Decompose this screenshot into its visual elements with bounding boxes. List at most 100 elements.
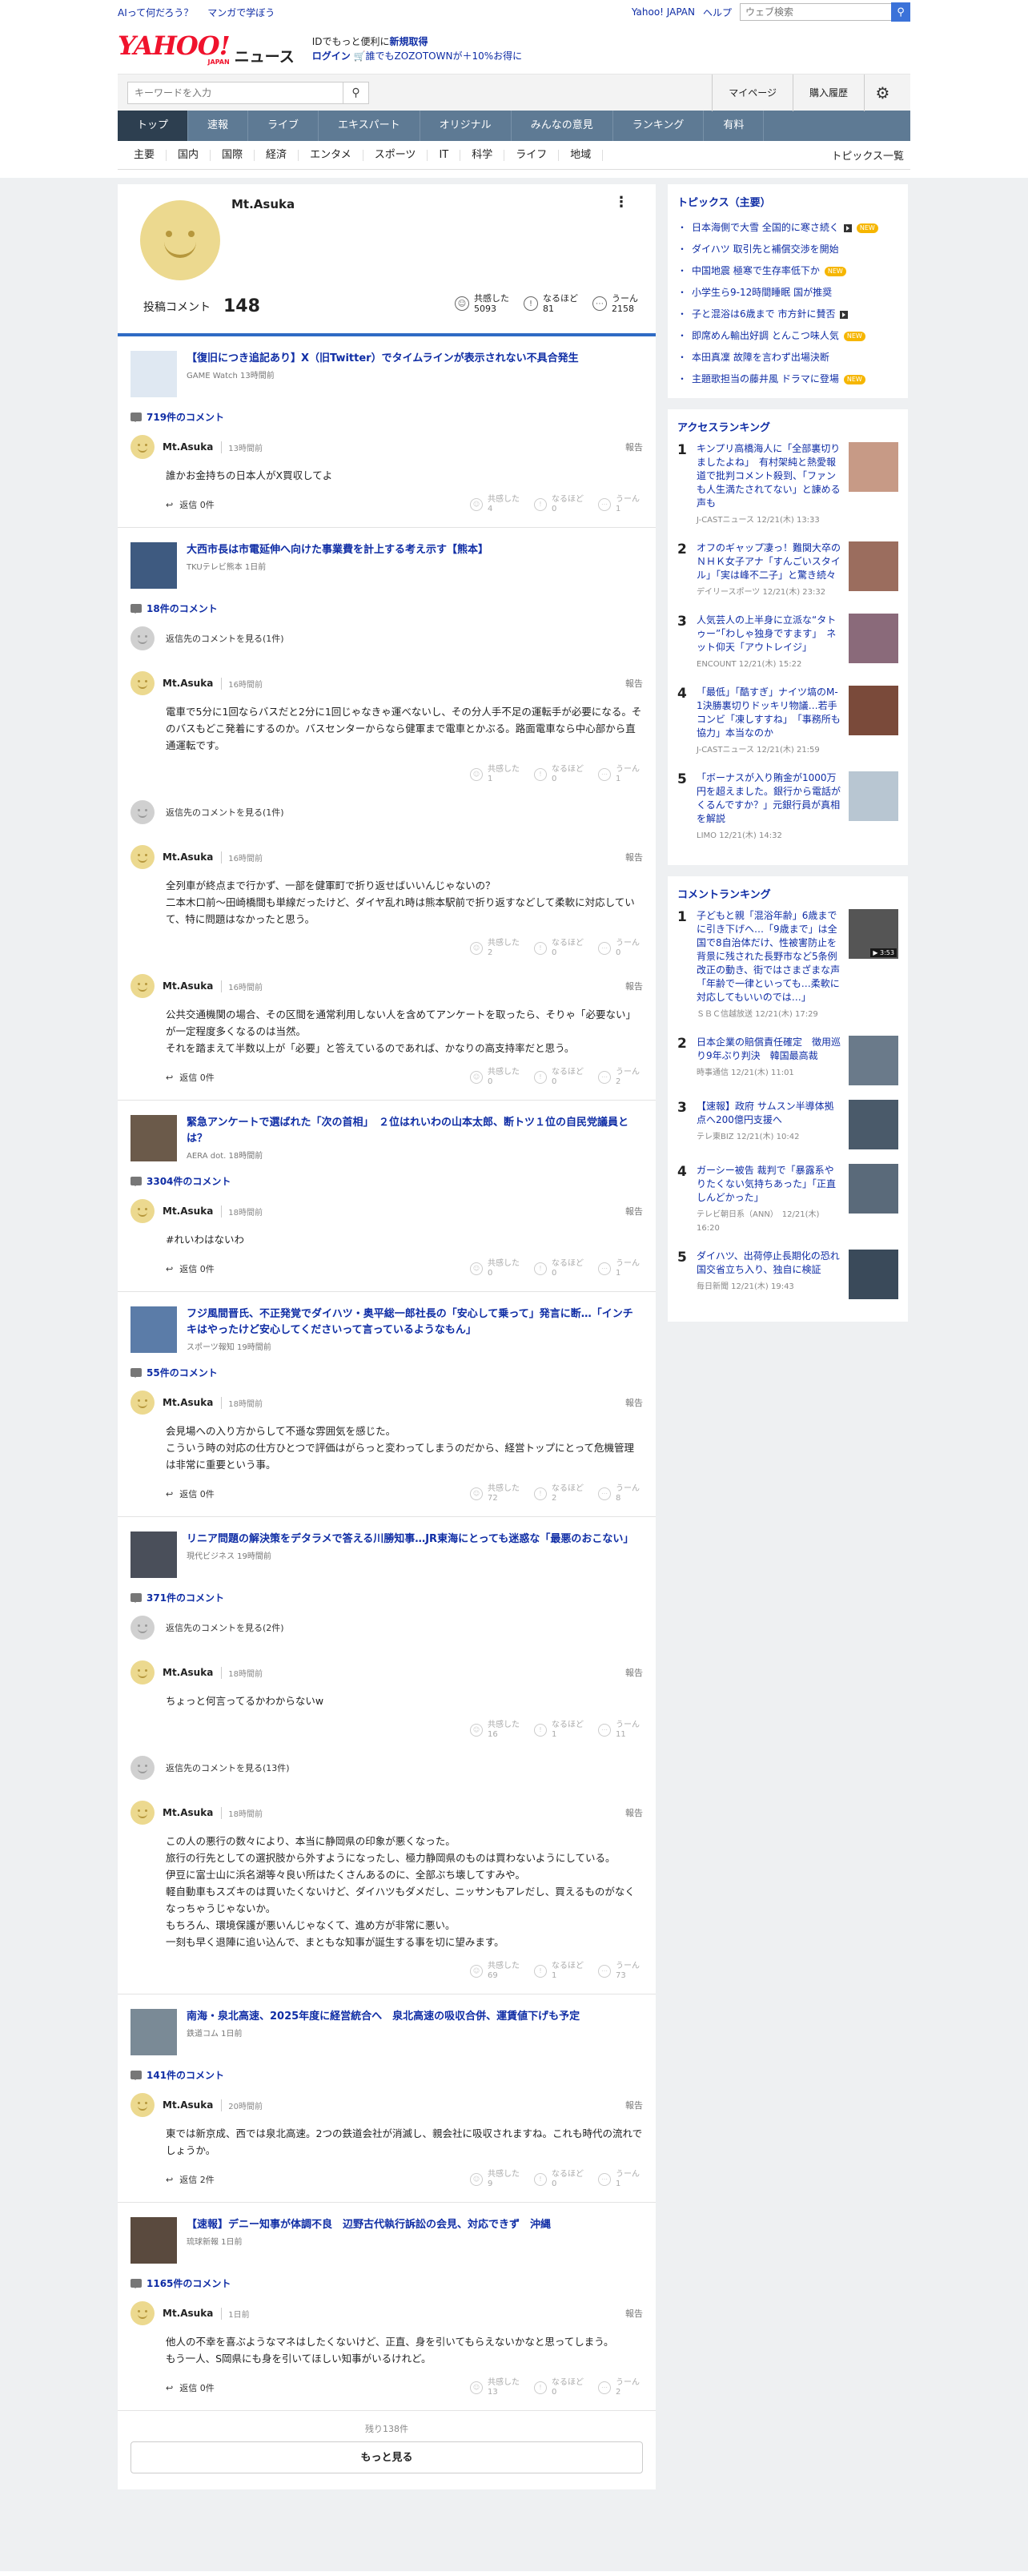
web-search-input[interactable]: [740, 3, 892, 21]
report-link[interactable]: 報告: [625, 2099, 643, 2111]
article-thumbnail[interactable]: [131, 1532, 177, 1578]
article-comment-count[interactable]: 55件のコメント: [131, 1366, 643, 1379]
article-title[interactable]: 緊急アンケートで選ばれた「次の首相」 ２位はれいわの山本太郎、断トツ１位の自民党…: [187, 1115, 643, 1147]
reaction-hmm-button[interactable]: ⋯ うーん 2: [598, 1068, 640, 1087]
ranking-headline[interactable]: ダイハツ、出荷停止長期化の恐れ 国交省立ち入り、独自に検証: [697, 1250, 849, 1277]
mypage-link[interactable]: マイページ: [712, 74, 793, 111]
article-header[interactable]: 南海・泉北高速、2025年度に経営統合へ 泉北高速の吸収合併、運賃値下げも予定鉄…: [131, 2009, 643, 2055]
signup-link[interactable]: 新規取得: [390, 36, 428, 47]
reaction-hmm-button[interactable]: ⋯ うーん 2: [598, 2378, 640, 2397]
reaction-empathy-button[interactable]: ☺ 共感した 2: [470, 939, 520, 958]
purchase-history-link[interactable]: 購入履歴: [792, 74, 864, 111]
comment-author[interactable]: Mt.Asuka: [163, 1397, 213, 1408]
nav-tab[interactable]: エキスパート: [319, 111, 420, 141]
ranking-headline[interactable]: 子どもと親「混浴年齢」6歳までに引き下げへ…「9歳まで」は全国で8自治体だけ、性…: [697, 909, 841, 1004]
reply-toggle[interactable]: ↩ 返信 0件: [166, 1071, 215, 1084]
report-link[interactable]: 報告: [625, 677, 643, 690]
ranking-thumbnail[interactable]: [849, 541, 898, 591]
article-thumbnail[interactable]: [131, 542, 177, 589]
reaction-empathy-button[interactable]: ☺ 共感した 72: [470, 1484, 520, 1503]
article-thumbnail[interactable]: [131, 351, 177, 397]
zozo-promo-link[interactable]: 誰でもZOZOTOWNが＋10%お得に: [366, 50, 523, 62]
subnav-item[interactable]: 地域: [559, 149, 604, 161]
ranking-headline[interactable]: 「最低」「酷すぎ」ナイツ塙のM-1決勝裏切りドッキリ物議…若手コンビ「凍しすすね…: [697, 686, 841, 740]
topic-item[interactable]: ・中国地震 極寒で生存率低下か NEW: [677, 260, 898, 282]
ranking-headline[interactable]: キンプリ高橋海人に「全部裏切りましたよね」 有村架純と熱愛報道で批判コメント殺到…: [697, 442, 841, 510]
reaction-hmm-button[interactable]: ⋯ うーん 1: [598, 1259, 640, 1278]
ranking-item[interactable]: 1 子どもと親「混浴年齢」6歳までに引き下げへ…「9歳まで」は全国で8自治体だけ、…: [677, 909, 898, 1021]
topics-list-link[interactable]: トピックス一覧: [831, 147, 910, 163]
article-comment-count[interactable]: 18件のコメント: [131, 602, 643, 615]
article-comment-count[interactable]: 719件のコメント: [131, 410, 643, 424]
reaction-insight-button[interactable]: ! なるほど 0: [534, 1068, 584, 1087]
yahoo-news-logo[interactable]: YAHOO! JAPAN ニュース: [118, 33, 295, 66]
reaction-insight-button[interactable]: ! なるほど 0: [534, 495, 584, 514]
reply-toggle[interactable]: ↩ 返信 0件: [166, 1487, 215, 1500]
report-link[interactable]: 報告: [625, 980, 643, 992]
reaction-hmm-button[interactable]: ⋯ うーん 73: [598, 1962, 640, 1981]
reaction-empathy-button[interactable]: ☺ 共感した 13: [470, 2378, 520, 2397]
web-search-button[interactable]: ⚲: [891, 2, 910, 22]
reaction-hmm-button[interactable]: ⋯ うーん 8: [598, 1484, 640, 1503]
ranking-headline[interactable]: 【速報】政府 サムスン半導体拠点へ200億円支援へ: [697, 1100, 841, 1127]
article-comment-count[interactable]: 141件のコメント: [131, 2068, 643, 2082]
ranking-item[interactable]: 2 日本企業の賠償責任確定 徴用巡り9年ぶり判決 韓国最高裁 時事通信 12/21(…: [677, 1036, 898, 1085]
reaction-empathy-button[interactable]: ☺ 共感した 9: [470, 2170, 520, 2189]
comment-author[interactable]: Mt.Asuka: [163, 441, 213, 453]
article-comment-count[interactable]: 1165件のコメント: [131, 2276, 643, 2290]
comment-author[interactable]: Mt.Asuka: [163, 1807, 213, 1818]
reaction-empathy-button[interactable]: ☺ 共感した 1: [470, 765, 520, 784]
ranking-headline[interactable]: 日本企業の賠償責任確定 徴用巡り9年ぶり判決 韓国最高裁: [697, 1036, 841, 1063]
ranking-item[interactable]: 5 「ボーナスが入り賄金が1000万円を超えました。銀行から電話がくるんですか？」…: [677, 771, 898, 843]
ranking-thumbnail[interactable]: [849, 1100, 898, 1149]
subnav-item[interactable]: 主要: [118, 149, 167, 161]
ranking-thumbnail[interactable]: ▶ 3:53: [849, 909, 898, 959]
ranking-headline[interactable]: 「ボーナスが入り賄金が1000万円を超えました。銀行から電話がくるんですか？」元…: [697, 771, 841, 826]
article-title[interactable]: 【復旧につき追記あり】X（旧Twitter）でタイムラインが表示されない不具合発…: [187, 351, 579, 367]
comment-author[interactable]: Mt.Asuka: [163, 851, 213, 863]
article-title[interactable]: 【速報】デニー知事が体調不良 辺野古代執行訴訟の会見、対応できず 沖縄: [187, 2217, 551, 2233]
report-link[interactable]: 報告: [625, 1666, 643, 1679]
reaction-hmm-button[interactable]: ⋯ うーん 1: [598, 495, 640, 514]
reaction-hmm-button[interactable]: ⋯ うーん 1: [598, 2170, 640, 2189]
report-link[interactable]: 報告: [625, 1806, 643, 1819]
login-link[interactable]: ログイン: [312, 50, 351, 62]
ranking-item[interactable]: 3 【速報】政府 サムスン半導体拠点へ200億円支援へ テレ東BIZ 12/21(木…: [677, 1100, 898, 1149]
keyword-search-button[interactable]: ⚲: [343, 81, 369, 104]
reaction-insight-button[interactable]: ! なるほど 1: [534, 1962, 584, 1981]
ranking-thumbnail[interactable]: [849, 686, 898, 735]
reaction-insight-button[interactable]: ! なるほど 0: [534, 2170, 584, 2189]
article-thumbnail[interactable]: [131, 1306, 177, 1353]
nav-tab[interactable]: ライブ: [248, 111, 319, 141]
article-title[interactable]: リニア問題の解決策をデタラメで答える川勝知事…JR東海にとっても迷惑な「最悪のお…: [187, 1532, 633, 1548]
topic-item[interactable]: ・主題歌担当の藤井風 ドラマに登場 NEW: [677, 368, 898, 390]
subnav-item[interactable]: 国際: [211, 149, 255, 161]
nav-tab[interactable]: 有料: [704, 111, 765, 141]
subnav-item[interactable]: スポーツ: [363, 149, 428, 161]
comment-author[interactable]: Mt.Asuka: [163, 678, 213, 689]
comment-author[interactable]: Mt.Asuka: [163, 2099, 213, 2111]
ranking-headline[interactable]: オフのギャップ凄っ！難関大卒のＮＨＫ女子アナ「すんごいスタイル」「実は峰不二子」…: [697, 541, 841, 582]
topic-item[interactable]: ・子と混浴は6歳まで 市方針に賛否: [677, 304, 898, 325]
reaction-insight-button[interactable]: ! なるほど 0: [534, 765, 584, 784]
article-header[interactable]: 緊急アンケートで選ばれた「次の首相」 ２位はれいわの山本太郎、断トツ１位の自民党…: [131, 1115, 643, 1161]
nav-tab[interactable]: オリジナル: [420, 111, 512, 141]
topic-item[interactable]: ・日本海側で大雪 全国的に寒さ続く NEW: [677, 217, 898, 239]
reply-toggle[interactable]: ↩ 返信 0件: [166, 2381, 215, 2394]
article-header[interactable]: リニア問題の解決策をデタラメで答える川勝知事…JR東海にとっても迷惑な「最悪のお…: [131, 1532, 643, 1578]
reaction-empathy-button[interactable]: ☺ 共感した 16: [470, 1721, 520, 1740]
reaction-hmm-button[interactable]: ⋯ うーん 11: [598, 1721, 640, 1740]
settings-gear-icon[interactable]: ⚙: [864, 74, 901, 111]
subnav-item[interactable]: ライフ: [504, 149, 560, 161]
article-title[interactable]: 南海・泉北高速、2025年度に経営統合へ 泉北高速の吸収合併、運賃値下げも予定: [187, 2009, 580, 2025]
reaction-insight-button[interactable]: ! なるほど 0: [534, 1259, 584, 1278]
article-thumbnail[interactable]: [131, 2217, 177, 2264]
ranking-thumbnail[interactable]: [849, 771, 898, 821]
nav-tab[interactable]: 速報: [188, 111, 249, 141]
reply-toggle[interactable]: ↩ 返信 2件: [166, 2173, 215, 2186]
comment-author[interactable]: Mt.Asuka: [163, 980, 213, 992]
subnav-item[interactable]: 経済: [255, 149, 299, 161]
view-parent-comment-link[interactable]: 返信先のコメントを見る(1件): [131, 800, 643, 824]
view-parent-comment-link[interactable]: 返信先のコメントを見る(2件): [131, 1616, 643, 1640]
ranking-item[interactable]: 2 オフのギャップ凄っ！難関大卒のＮＨＫ女子アナ「すんごいスタイル」「実は峰不二子…: [677, 541, 898, 599]
